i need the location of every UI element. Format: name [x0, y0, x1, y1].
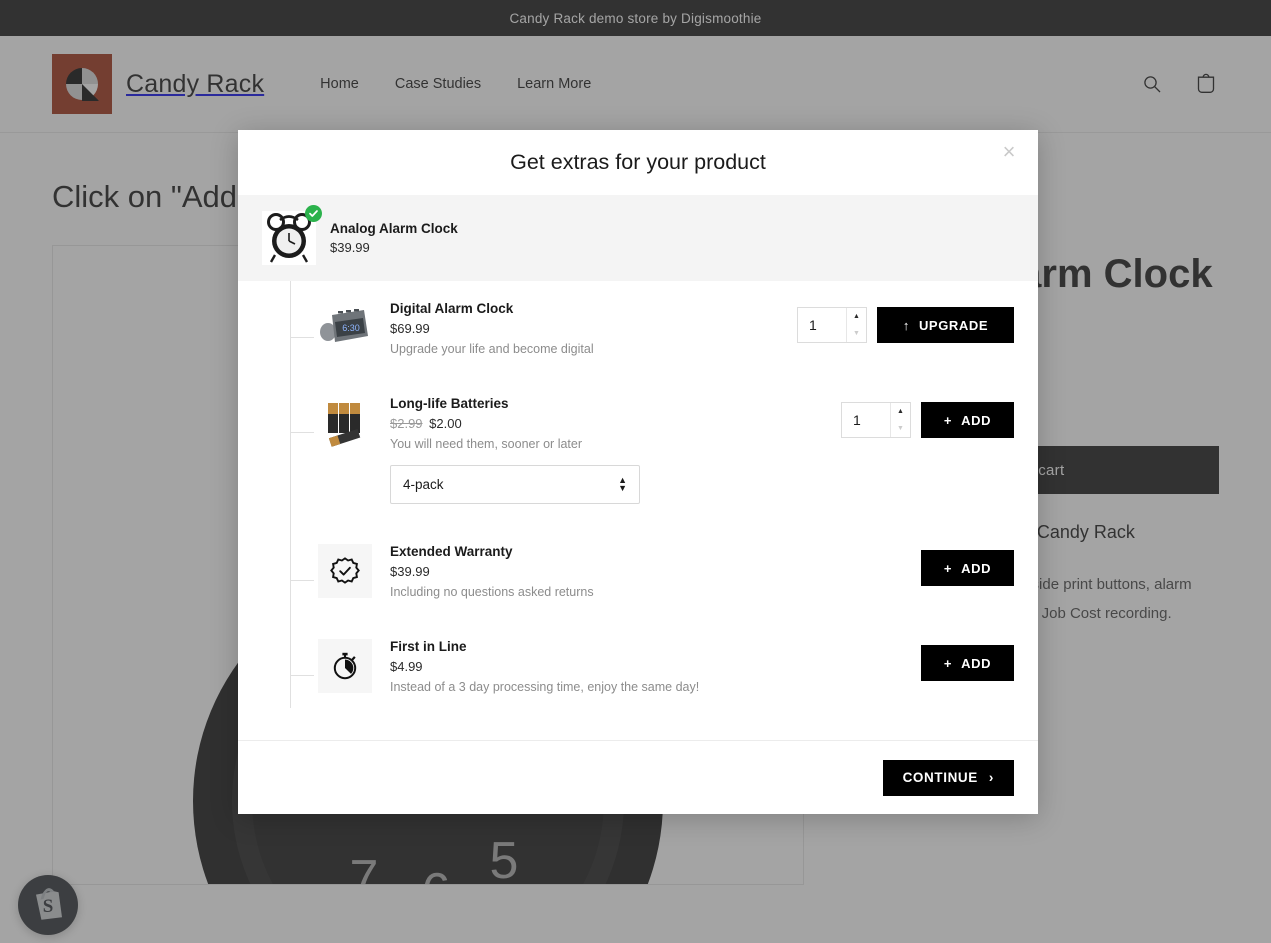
- add-button-label: ADD: [961, 412, 992, 428]
- add-button[interactable]: + ADD: [921, 402, 1014, 438]
- svg-text:6:30: 6:30: [342, 323, 360, 333]
- base-product-thumb-wrap: [262, 205, 322, 265]
- offer-description: Upgrade your life and become digital: [390, 342, 594, 356]
- stepper-decrement-icon[interactable]: ▼: [891, 420, 910, 437]
- plus-icon: +: [943, 412, 953, 428]
- add-button[interactable]: + ADD: [921, 645, 1014, 681]
- add-button[interactable]: + ADD: [921, 550, 1014, 586]
- offer-row: Extended Warranty $39.99 Including no qu…: [262, 524, 1038, 619]
- base-product-info: Analog Alarm Clock $39.99: [330, 221, 458, 255]
- batteries-thumb: [318, 396, 372, 450]
- quantity-stepper[interactable]: 1 ▲ ▼: [797, 307, 867, 343]
- offer-actions: + ADD: [921, 544, 1014, 586]
- offer-row: Long-life Batteries $2.99 $2.00 You will…: [262, 376, 1038, 524]
- tree-branch-line: [290, 337, 314, 338]
- modal-footer: CONTINUE ›: [238, 740, 1038, 814]
- plus-icon: +: [943, 560, 953, 576]
- upgrade-button-label: UPGRADE: [918, 317, 989, 333]
- offer-price-value: $4.99: [390, 659, 423, 674]
- quantity-stepper[interactable]: 1 ▲ ▼: [841, 402, 911, 438]
- quantity-value[interactable]: 1: [842, 403, 890, 437]
- continue-button-label: CONTINUE: [902, 770, 978, 785]
- arrow-up-icon: ↑: [902, 317, 910, 333]
- tree-branch-line: [290, 432, 314, 433]
- offer-row: 6:30 Digital Alarm Clock $69.99 Upgrade …: [262, 281, 1038, 376]
- stepper-increment-icon[interactable]: ▲: [847, 308, 866, 325]
- stepper-decrement-icon[interactable]: ▼: [847, 325, 866, 342]
- quantity-value[interactable]: 1: [798, 308, 846, 342]
- select-arrows-icon: ▲ ▼: [618, 475, 627, 493]
- offer-main: Digital Alarm Clock $69.99 Upgrade your …: [390, 301, 797, 356]
- check-icon: [305, 205, 322, 222]
- modal-header: Get extras for your product ×: [238, 130, 1038, 195]
- offer-price: $4.99: [390, 659, 921, 674]
- offer-actions: + ADD: [921, 639, 1014, 681]
- variant-select[interactable]: 4-pack ▲ ▼: [390, 465, 640, 504]
- stepper-arrows: ▲ ▼: [846, 308, 866, 342]
- offer-price: $2.99 $2.00: [390, 416, 841, 431]
- chevron-right-icon: ›: [988, 770, 994, 785]
- stepper-increment-icon[interactable]: ▲: [891, 403, 910, 420]
- candy-rack-modal: Get extras for your product × Analog Ala…: [238, 130, 1038, 814]
- close-icon[interactable]: ×: [996, 139, 1022, 165]
- base-product-row: Analog Alarm Clock $39.99: [238, 195, 1038, 281]
- offer-compare-price: $2.99: [390, 416, 423, 431]
- continue-button[interactable]: CONTINUE ›: [882, 759, 1014, 796]
- offer-description: Including no questions asked returns: [390, 585, 594, 599]
- upgrade-button[interactable]: ↑ UPGRADE: [877, 307, 1014, 343]
- offer-main: Extended Warranty $39.99 Including no qu…: [390, 544, 921, 599]
- stepper-arrows: ▲ ▼: [890, 403, 910, 437]
- offer-main: First in Line $4.99 Instead of a 3 day p…: [390, 639, 921, 694]
- offer-price-value: $2.00: [429, 416, 462, 431]
- offer-main: Long-life Batteries $2.99 $2.00 You will…: [390, 396, 841, 504]
- offer-price-value: $39.99: [390, 564, 430, 579]
- offer-name: Long-life Batteries: [390, 396, 509, 411]
- offer-description: Instead of a 3 day processing time, enjo…: [390, 680, 700, 694]
- base-product-price: $39.99: [330, 240, 370, 255]
- offer-price: $69.99: [390, 321, 797, 336]
- badge-check-icon: [318, 544, 372, 598]
- tree-branch-line: [290, 675, 314, 676]
- add-button-label: ADD: [961, 655, 992, 671]
- tree-branch-line: [290, 580, 314, 581]
- offer-name: Extended Warranty: [390, 544, 513, 559]
- offer-price-value: $69.99: [390, 321, 430, 336]
- add-button-label: ADD: [961, 560, 992, 576]
- offer-name: First in Line: [390, 639, 467, 654]
- modal-title: Get extras for your product: [510, 150, 766, 174]
- offer-actions: 1 ▲ ▼ ↑ UPGRADE: [797, 301, 1014, 343]
- stopwatch-icon: [318, 639, 372, 693]
- offer-row: First in Line $4.99 Instead of a 3 day p…: [262, 619, 1038, 714]
- offer-price: $39.99: [390, 564, 921, 579]
- plus-icon: +: [943, 655, 953, 671]
- digital-alarm-clock-thumb: 6:30: [318, 301, 372, 355]
- variant-select-value: 4-pack: [403, 477, 444, 492]
- base-product-name: Analog Alarm Clock: [330, 221, 458, 236]
- offer-actions: 1 ▲ ▼ + ADD: [841, 396, 1014, 438]
- offers-list: 6:30 Digital Alarm Clock $69.99 Upgrade …: [238, 281, 1038, 740]
- offer-description: You will need them, sooner or later: [390, 437, 583, 451]
- offer-name: Digital Alarm Clock: [390, 301, 514, 316]
